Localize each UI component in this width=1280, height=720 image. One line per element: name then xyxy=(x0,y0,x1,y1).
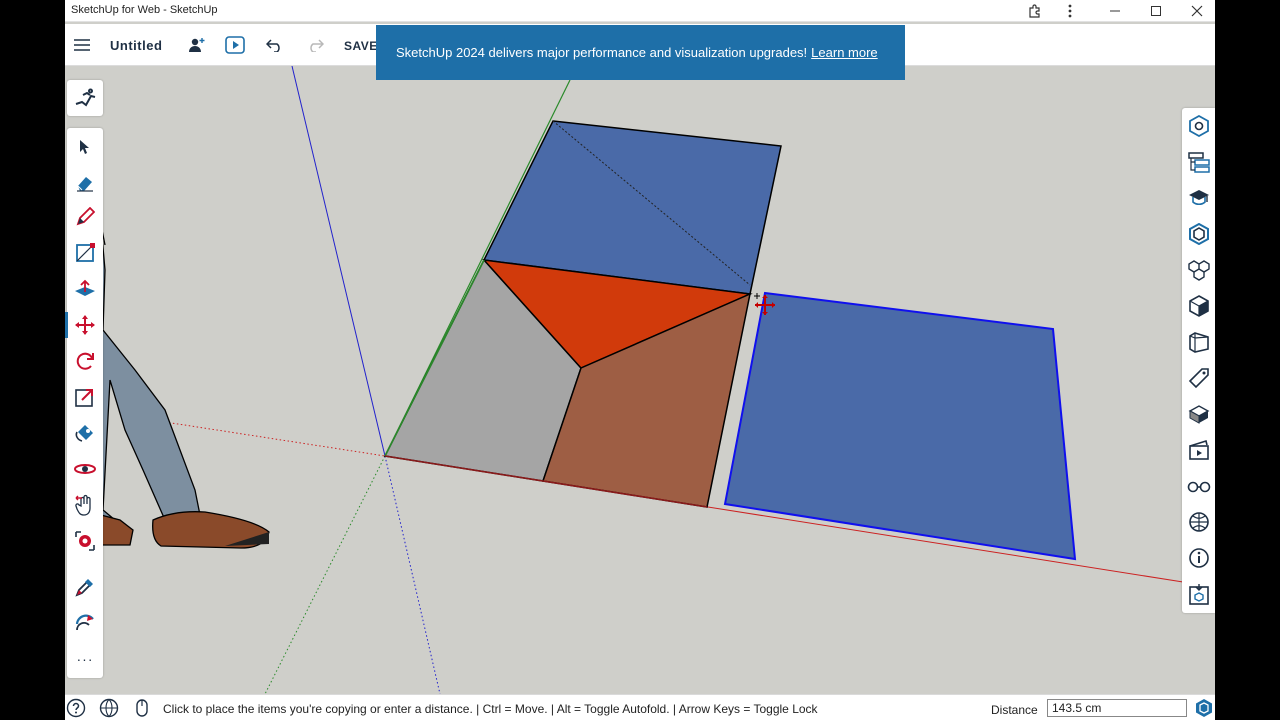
rectangle-icon xyxy=(76,243,95,262)
3d-viewport[interactable] xyxy=(65,66,1215,694)
styles-icon[interactable] xyxy=(1182,288,1215,324)
follow-me-tool[interactable] xyxy=(67,606,103,640)
eyedropper-tool[interactable] xyxy=(67,570,103,604)
minimize-button[interactable] xyxy=(1095,0,1135,22)
right-panel-tray xyxy=(1182,108,1215,613)
window-titlebar: SketchUp for Web - SketchUp xyxy=(65,0,1215,22)
pan-tool[interactable] xyxy=(67,488,103,522)
display-glasses-icon[interactable] xyxy=(1182,468,1215,504)
hamburger-menu-icon[interactable] xyxy=(69,24,95,66)
undo-icon[interactable] xyxy=(263,24,287,66)
announcement-banner: SketchUp 2024 delivers major performance… xyxy=(376,25,905,80)
rectangle-tool[interactable] xyxy=(67,236,103,270)
outliner-icon[interactable] xyxy=(1182,144,1215,180)
app-window: SketchUp for Web - SketchUp Untitled SAV… xyxy=(65,0,1215,720)
tool-search-button[interactable] xyxy=(67,80,103,116)
orbit-icon xyxy=(74,464,96,474)
geo-location-icon[interactable] xyxy=(1182,504,1215,540)
close-button[interactable] xyxy=(1177,0,1215,22)
globe-icon[interactable] xyxy=(98,698,120,718)
measurement-input[interactable] xyxy=(1047,699,1187,717)
hand-icon xyxy=(75,494,91,516)
sketchup-logo-icon xyxy=(1193,698,1215,718)
learn-more-link[interactable]: Learn more xyxy=(811,45,877,60)
model-info-icon[interactable] xyxy=(1182,540,1215,576)
scale-icon xyxy=(75,389,93,407)
instructor-icon[interactable] xyxy=(1182,180,1215,216)
follow-me-icon xyxy=(75,614,94,631)
eraser-icon xyxy=(77,177,93,192)
maximize-button[interactable] xyxy=(1136,0,1176,22)
push-pull-icon xyxy=(75,279,95,296)
entity-info-icon[interactable] xyxy=(1182,108,1215,144)
scale-tool[interactable] xyxy=(67,380,103,414)
line-tool[interactable] xyxy=(67,200,103,234)
status-bar: Click to place the items you're copying … xyxy=(65,694,1215,720)
window-title: SketchUp for Web - SketchUp xyxy=(71,4,218,16)
save-button[interactable]: SAVE xyxy=(344,39,378,53)
scenes-icon[interactable] xyxy=(1182,324,1215,360)
soften-edges-icon[interactable] xyxy=(1182,396,1215,432)
present-play-icon[interactable] xyxy=(223,24,247,66)
push-pull-tool[interactable] xyxy=(67,272,103,306)
measurement-label: Distance xyxy=(991,703,1038,717)
paint-bucket-tool[interactable] xyxy=(67,416,103,450)
eraser-tool[interactable] xyxy=(67,166,103,200)
extensions-icon[interactable] xyxy=(1015,0,1055,22)
running-person-icon xyxy=(75,88,96,107)
zoom-extents-icon xyxy=(75,531,95,551)
paint-bucket-icon xyxy=(75,425,93,442)
3d-warehouse-icon[interactable] xyxy=(1182,576,1215,612)
redo-icon[interactable] xyxy=(303,24,327,66)
document-title[interactable]: Untitled xyxy=(110,38,162,53)
share-user-icon[interactable] xyxy=(185,24,209,66)
move-tool[interactable] xyxy=(65,308,103,342)
arrow-cursor-icon xyxy=(80,140,89,154)
animation-icon[interactable] xyxy=(1182,432,1215,468)
banner-message: SketchUp 2024 delivers major performance… xyxy=(396,45,808,60)
move-icon xyxy=(75,315,95,335)
rotate-tool[interactable] xyxy=(67,344,103,378)
pencil-icon xyxy=(76,207,95,226)
materials-icon[interactable] xyxy=(1182,216,1215,252)
components-icon[interactable] xyxy=(1182,252,1215,288)
tags-icon[interactable] xyxy=(1182,360,1215,396)
help-icon[interactable] xyxy=(65,698,87,718)
more-vert-icon[interactable] xyxy=(1050,0,1090,22)
more-tools-button[interactable]: ··· xyxy=(67,642,103,676)
letterbox-bar xyxy=(1215,0,1280,720)
mouse-icon[interactable] xyxy=(131,698,153,718)
select-tool[interactable] xyxy=(67,130,103,164)
orbit-tool[interactable] xyxy=(67,452,103,486)
zoom-extents-tool[interactable] xyxy=(67,524,103,558)
left-toolbox: ··· xyxy=(65,128,103,678)
status-hint-text: Click to place the items you're copying … xyxy=(163,702,818,716)
rotate-icon xyxy=(76,352,94,370)
eyedropper-icon xyxy=(75,579,93,597)
